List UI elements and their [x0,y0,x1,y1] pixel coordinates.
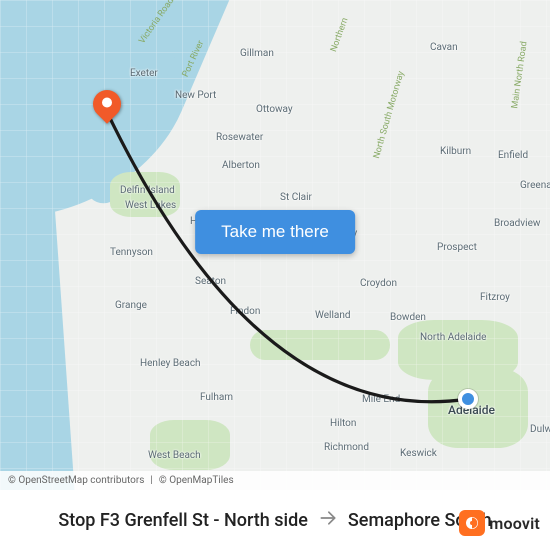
suburb-label: Rosewater [216,132,263,143]
moovit-icon [459,510,485,536]
map-viewport[interactable]: Exeter New Port Gillman Ottoway Rosewater Alb… [0,0,550,490]
suburb-label: Exeter [130,68,158,79]
suburb-label: Welland [315,310,351,321]
suburb-label: Hilton [330,418,356,429]
suburb-label: Greenacr [520,180,550,191]
suburb-label: Fitzroy [480,292,510,303]
moovit-brand[interactable]: moovit [459,510,540,536]
suburb-label: Enfield [498,150,528,161]
arrow-icon [318,508,338,532]
suburb-label: Gillman [240,48,274,59]
suburb-label: Prospect [437,242,477,253]
suburb-label: Dulwich [530,424,550,435]
moovit-label: moovit [489,514,540,533]
suburb-label: Alberton [222,160,260,171]
suburb-label: West Beach [148,450,201,461]
map-attribution: © OpenStreetMap contributors | © OpenMap… [0,471,550,490]
suburb-label: West Lakes [125,200,176,211]
destination-pin[interactable] [93,90,121,118]
suburb-label: Grange [115,300,147,311]
suburb-label: Kilburn [440,146,471,157]
suburb-label: Mile End [362,394,400,405]
origin-marker[interactable] [458,389,478,409]
suburb-label: Delfin Island [120,185,175,196]
suburb-label: Findon [230,306,260,317]
suburb-label: North Adelaide [420,332,486,343]
attr-osm[interactable]: © OpenStreetMap contributors [8,475,144,486]
suburb-label: Croydon [360,278,397,289]
suburb-label: Tennyson [110,247,153,258]
suburb-label: Seaton [195,276,226,287]
suburb-label: Ottoway [256,104,293,115]
suburb-label: Keswick [400,448,437,459]
suburb-label: St Clair [280,192,312,203]
attr-omt[interactable]: © OpenMapTiles [159,475,234,486]
suburb-label: Broadview [494,218,540,229]
suburb-label: New Port [175,90,216,101]
suburb-label: Fulham [200,392,233,403]
suburb-label: Cavan [430,42,458,53]
suburb-label: Henley Beach [140,358,201,369]
suburb-label: Richmond [324,442,369,453]
take-me-there-button[interactable]: Take me there [195,210,355,254]
route-from: Stop F3 Grenfell St - North side [58,510,308,531]
suburb-label: Bowden [390,312,426,323]
